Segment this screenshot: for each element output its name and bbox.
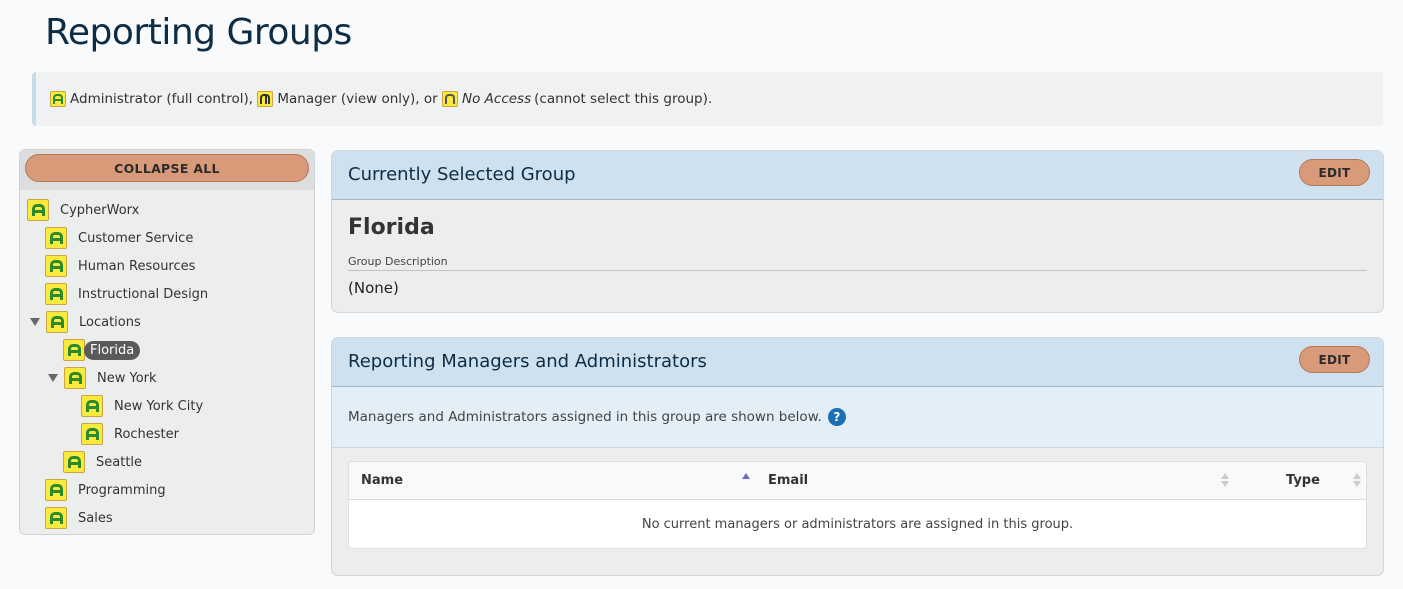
admin-badge-icon xyxy=(50,91,66,107)
managers-info-strip: Managers and Administrators assigned in … xyxy=(332,387,1383,448)
divider xyxy=(348,270,1367,271)
tree-item-label: Seattle xyxy=(96,454,143,470)
tree-item-programming[interactable]: Programming xyxy=(45,478,172,502)
admin-badge-icon xyxy=(81,395,103,417)
tree-item-new-york-city[interactable]: New York City xyxy=(81,394,209,418)
group-description-value: (None) xyxy=(348,279,399,297)
admin-badge-icon xyxy=(63,339,85,361)
legend-manager-label: Manager xyxy=(277,91,337,107)
edit-group-button[interactable]: EDIT xyxy=(1299,159,1370,186)
edit-managers-button[interactable]: EDIT xyxy=(1299,346,1370,373)
managers-header: Reporting Managers and Administrators ED… xyxy=(332,338,1383,387)
tree-item-label: Customer Service xyxy=(78,230,194,246)
legend-noaccess-label: No Access xyxy=(462,91,532,107)
legend-noaccess-desc: (cannot select this group). xyxy=(534,91,713,107)
admin-badge-icon xyxy=(63,451,85,473)
tree-item-label: CypherWorx xyxy=(60,202,140,218)
legend-admin-label: Administrator xyxy=(70,91,163,107)
expand-caret-icon[interactable] xyxy=(48,374,58,382)
tree-item-label: Instructional Design xyxy=(78,286,209,302)
managers-info: Managers and Administrators assigned in … xyxy=(348,408,846,426)
tree-item-new-york[interactable]: New York xyxy=(48,366,163,390)
admin-badge-icon xyxy=(45,479,67,501)
group-tree-panel: COLLAPSE ALL CypherWorx Customer Service… xyxy=(19,149,315,535)
tree-header: COLLAPSE ALL xyxy=(20,150,314,190)
tree-item-seattle[interactable]: Seattle xyxy=(63,450,148,474)
legend-manager-desc: (view only), or xyxy=(340,91,438,107)
no-access-badge-icon xyxy=(442,91,459,107)
tree-item-florida[interactable]: Florida xyxy=(63,338,141,362)
admin-badge-icon xyxy=(27,199,49,221)
tree-item-label: New York City xyxy=(114,398,204,414)
admin-badge-icon xyxy=(45,283,67,305)
access-legend: Administrator (full control), Manager (v… xyxy=(32,72,1383,126)
tree-item-label: Human Resources xyxy=(78,258,196,274)
tree-item-sales[interactable]: Sales xyxy=(45,506,119,530)
column-header-email[interactable]: Email xyxy=(768,473,808,488)
group-name: Florida xyxy=(348,215,435,240)
managers-card: Reporting Managers and Administrators ED… xyxy=(331,337,1384,576)
page-title: Reporting Groups xyxy=(45,12,352,53)
column-header-name[interactable]: Name xyxy=(361,473,403,488)
managers-title: Reporting Managers and Administrators xyxy=(348,351,707,372)
managers-info-text: Managers and Administrators assigned in … xyxy=(348,409,822,425)
tree-item-instructional-design[interactable]: Instructional Design xyxy=(45,282,214,306)
column-header-type[interactable]: Type xyxy=(1286,473,1320,488)
tree-item-cypherworx[interactable]: CypherWorx xyxy=(27,198,145,222)
tree-item-label: Rochester xyxy=(114,426,179,442)
admin-badge-icon xyxy=(46,311,68,333)
admin-badge-icon xyxy=(45,507,67,529)
collapse-all-button[interactable]: COLLAPSE ALL xyxy=(25,154,309,182)
selected-group-header: Currently Selected Group EDIT xyxy=(332,151,1383,200)
tree-item-human-resources[interactable]: Human Resources xyxy=(45,254,201,278)
legend-admin-desc: (full control), xyxy=(166,91,254,107)
managers-table: Name Email Type No current managers or a… xyxy=(348,461,1367,549)
table-header: Name Email Type xyxy=(349,462,1366,500)
manager-badge-icon xyxy=(257,91,274,107)
tree-item-label: Locations xyxy=(79,314,141,330)
admin-badge-icon xyxy=(45,227,67,249)
selected-group-card: Currently Selected Group EDIT Florida Gr… xyxy=(331,150,1384,313)
tree-item-customer-service[interactable]: Customer Service xyxy=(45,226,199,250)
admin-badge-icon xyxy=(64,367,86,389)
help-icon[interactable]: ? xyxy=(827,408,846,426)
admin-badge-icon xyxy=(81,423,103,445)
tree-item-rochester[interactable]: Rochester xyxy=(81,422,185,446)
tree-item-label: Programming xyxy=(78,482,166,498)
selected-group-title: Currently Selected Group xyxy=(348,164,576,185)
tree-item-label: Florida xyxy=(84,340,141,360)
sort-icon[interactable] xyxy=(1220,472,1230,488)
group-description-label: Group Description xyxy=(348,255,448,268)
empty-table-message: No current managers or administrators ar… xyxy=(641,517,1074,532)
sort-icon[interactable] xyxy=(1352,472,1362,488)
tree-item-label: New York xyxy=(97,370,157,386)
tree-item-locations[interactable]: Locations xyxy=(30,310,147,334)
tree-item-label: Sales xyxy=(78,510,113,526)
admin-badge-icon xyxy=(45,255,67,277)
sort-asc-icon[interactable] xyxy=(741,472,751,488)
expand-caret-icon[interactable] xyxy=(30,318,40,326)
